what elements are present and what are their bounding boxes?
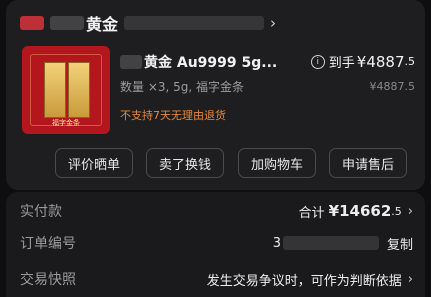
shop-name: 黄金: [86, 15, 119, 34]
gold-bar-image: [44, 62, 66, 118]
order-number-label: 订单编号: [20, 236, 76, 252]
order-card: 黄金 › 福字金条 黄金 Au9999 5g... i 到手 ¥4887.5 数…: [6, 0, 425, 190]
product-title: 黄金 Au9999 5g...: [144, 55, 278, 71]
info-icon[interactable]: i: [310, 54, 325, 69]
product-thumbnail[interactable]: 福字金条: [22, 46, 110, 134]
return-policy-notice: 不支持7天无理由退货: [120, 109, 226, 122]
sell-exchange-button[interactable]: 卖了换钱: [146, 148, 224, 178]
redacted-text: [124, 16, 265, 30]
order-number-value: 3 复制: [273, 234, 413, 253]
thumbnail-caption: 福字金条: [52, 119, 80, 127]
thumbnail-frame: [30, 54, 102, 126]
shop-logo-redacted: [20, 16, 44, 30]
shop-header[interactable]: 黄金 ›: [20, 10, 276, 36]
gold-bar-image: [68, 62, 90, 118]
copy-button[interactable]: 复制: [387, 234, 413, 253]
snapshot-label: 交易快照: [20, 272, 76, 288]
total-decimal: .5: [391, 204, 402, 218]
order-number-prefix: 3: [272, 235, 281, 251]
product-title-row[interactable]: 黄金 Au9999 5g...: [120, 52, 277, 72]
chevron-right-icon: ›: [407, 271, 413, 287]
chevron-right-icon: ›: [407, 203, 413, 219]
total-value: 合计 ¥14662.5 ›: [299, 202, 413, 221]
total-amount: ¥14662: [328, 202, 392, 220]
paid-amount: ¥4887: [356, 52, 405, 71]
order-detail-page: 黄金 › 福字金条 黄金 Au9999 5g... i 到手 ¥4887.5 数…: [0, 0, 431, 297]
redacted-text: [120, 55, 142, 69]
review-button[interactable]: 评价晒单: [55, 148, 133, 178]
order-number-row: 订单编号 3 复制: [20, 232, 413, 254]
paid-decimal: .5: [404, 55, 416, 68]
order-details: 实付款 合计 ¥14662.5 › 订单编号 3 复制 交易快照 发生交易争议时…: [6, 192, 425, 297]
original-price: ¥4887.5: [369, 80, 416, 93]
paid-amount-row[interactable]: 实付款 合计 ¥14662.5 ›: [20, 200, 413, 222]
total-label: 合计: [298, 205, 325, 221]
snapshot-value: 发生交易争议时，可作为判断依据 ›: [207, 270, 413, 289]
redacted-text: [50, 16, 84, 30]
paid-price: i 到手 ¥4887.5: [310, 52, 416, 71]
product-spec: 数量 ×3, 5g, 福字金条: [120, 80, 245, 94]
after-sales-button[interactable]: 申请售后: [329, 148, 407, 178]
add-to-cart-button[interactable]: 加购物车: [238, 148, 316, 178]
snapshot-text: 发生交易争议时，可作为判断依据: [206, 273, 402, 289]
paid-row-label: 实付款: [20, 204, 62, 220]
paid-label: 到手: [328, 56, 355, 71]
snapshot-row[interactable]: 交易快照 发生交易争议时，可作为判断依据 ›: [20, 268, 413, 290]
chevron-right-icon: ›: [270, 14, 277, 32]
redacted-text: [282, 236, 379, 250]
